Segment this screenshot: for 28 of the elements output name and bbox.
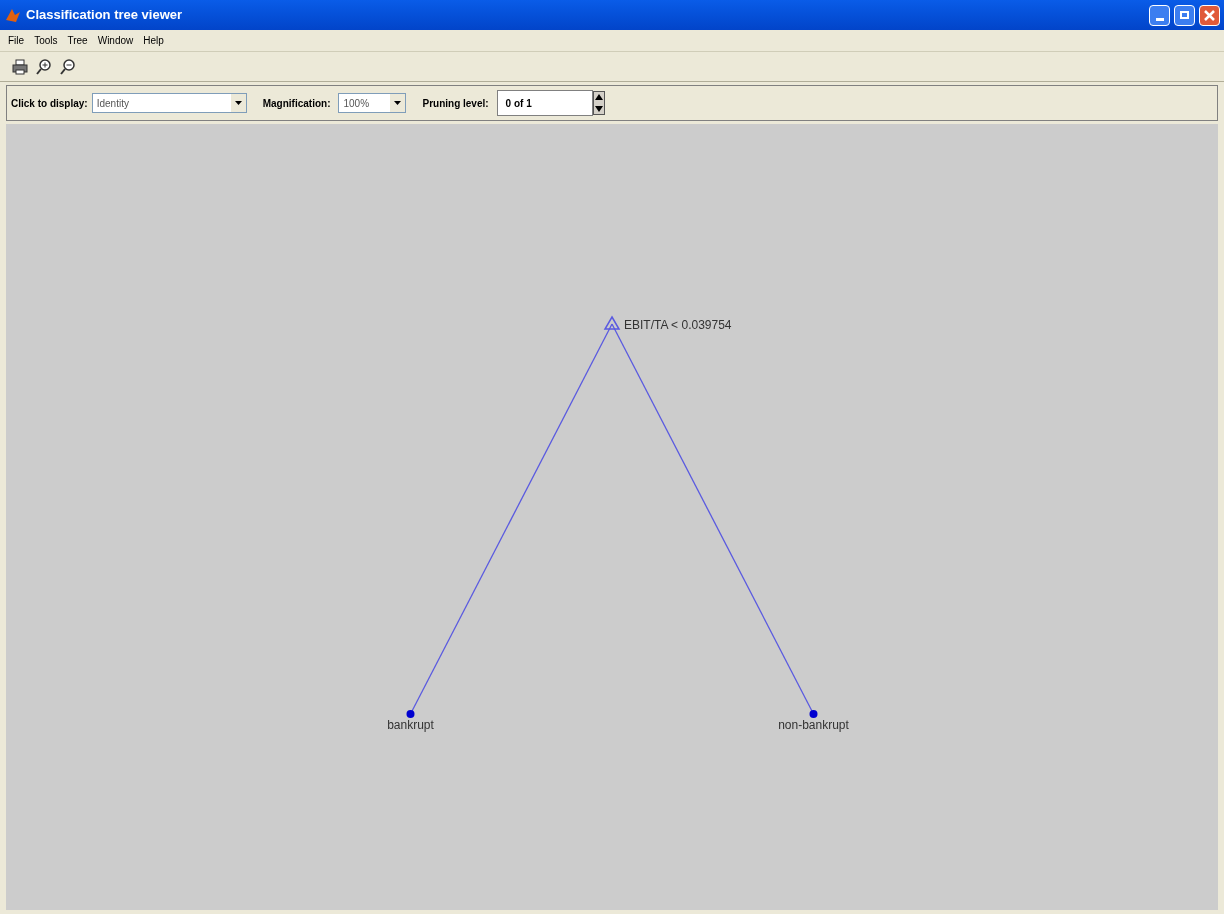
pruning-field[interactable]: 0 of 1 [496, 90, 593, 116]
magnification-label: Magnification: [262, 96, 331, 111]
minimize-button[interactable] [1149, 4, 1170, 26]
pruning-label: Pruning level: [422, 96, 489, 111]
menu-item[interactable]: File [8, 33, 25, 48]
menu-item[interactable]: Tools [34, 33, 58, 48]
leaf-label: bankrupt [387, 718, 434, 732]
caret-icon [394, 101, 402, 105]
zoom-in-icon[interactable] [36, 58, 52, 75]
caret-icon [234, 101, 242, 105]
spinner-icon[interactable] [592, 91, 605, 115]
restore-button[interactable] [1174, 4, 1195, 26]
leaf-label: non-bankrupt [778, 718, 849, 732]
zoom-out-icon[interactable] [60, 58, 76, 75]
branch-node-icon[interactable] [603, 315, 621, 330]
menu-item[interactable]: Help [143, 33, 164, 48]
display-label: Click to display: [11, 96, 88, 111]
display-dropdown[interactable]: Identity [91, 93, 247, 113]
split-rule: EBIT/TA < 0.039754 [624, 318, 732, 332]
close-button[interactable] [1199, 4, 1220, 26]
print-icon[interactable] [12, 58, 28, 75]
magnification-dropdown[interactable]: 100% [338, 93, 407, 113]
menu-item[interactable]: Tree [67, 33, 88, 48]
leaf-node-icon[interactable] [809, 710, 818, 718]
close-icon [1204, 9, 1215, 21]
menu-item[interactable]: Window [97, 33, 134, 48]
leaf-node-icon[interactable] [406, 710, 415, 718]
window-title: Classification tree viewer [26, 6, 184, 25]
